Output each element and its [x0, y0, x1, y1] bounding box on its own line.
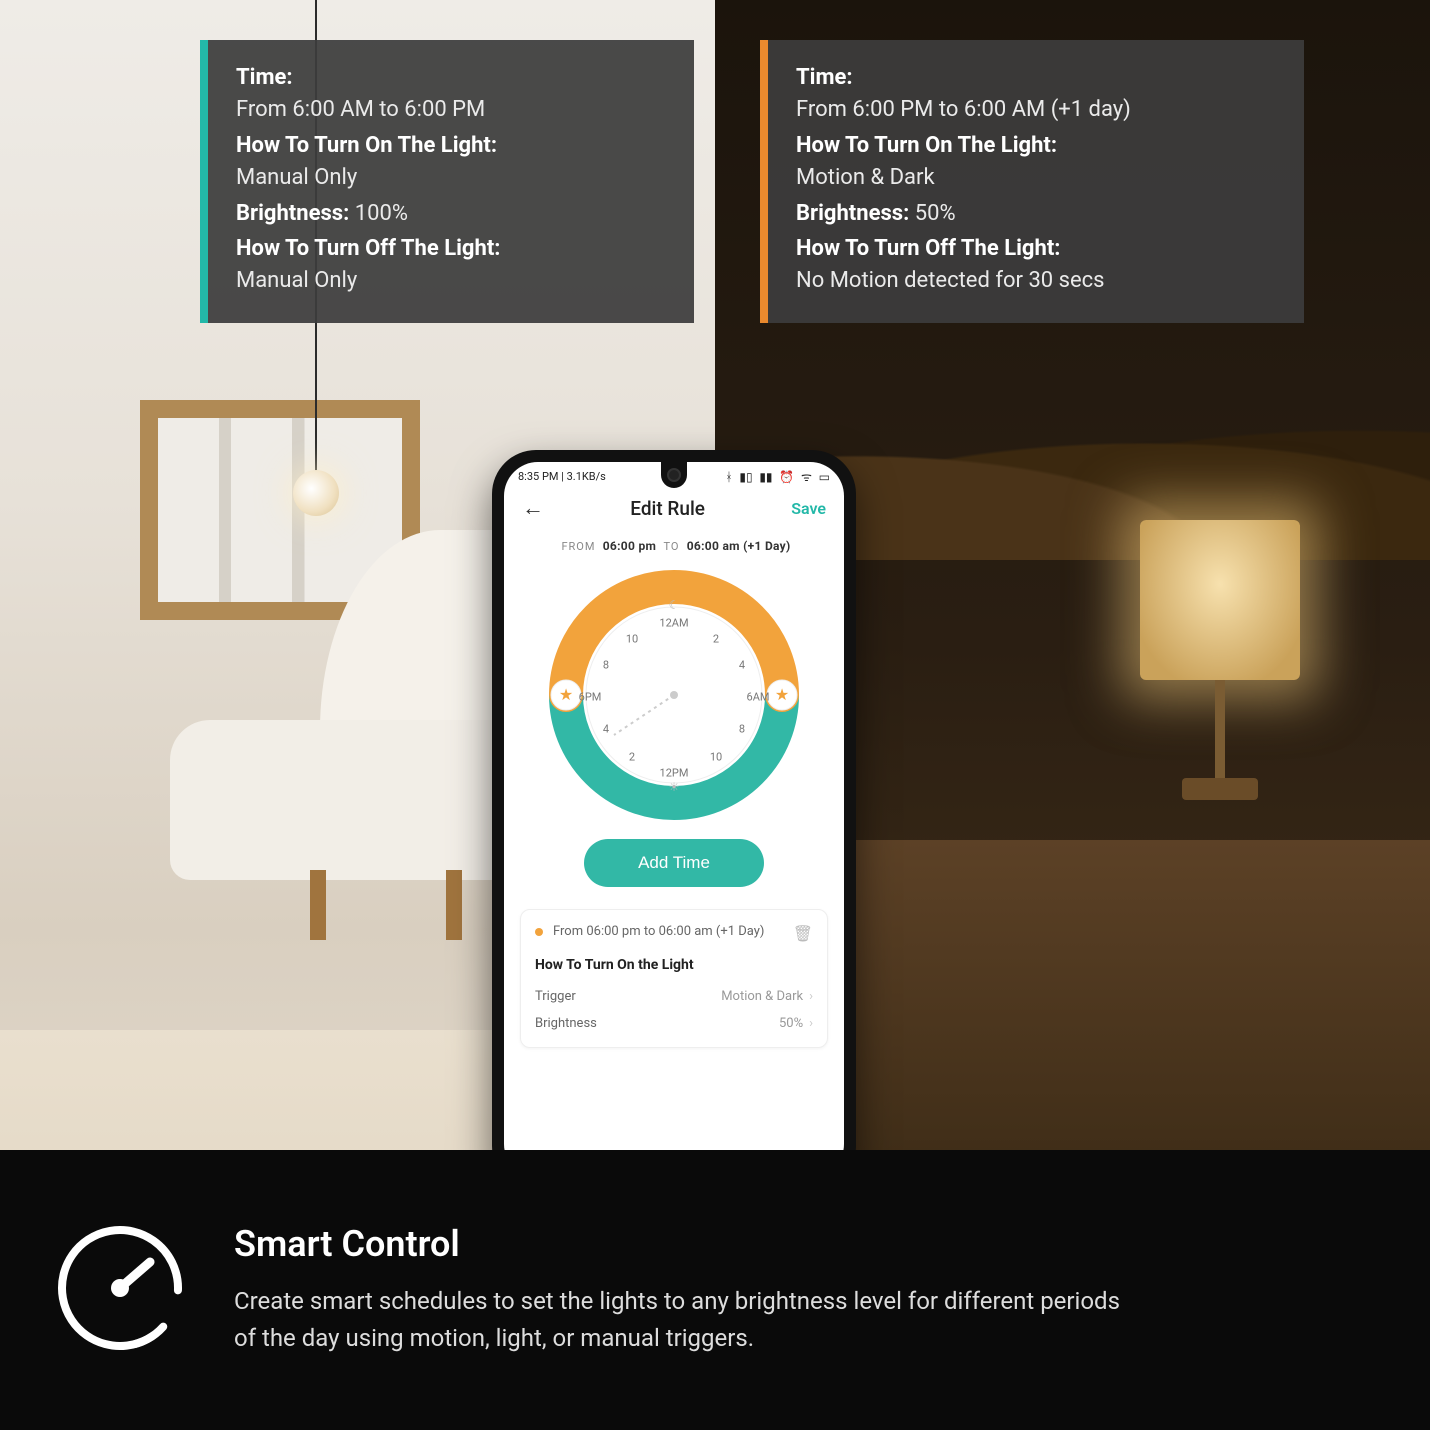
- dial-tick: 4: [739, 659, 745, 672]
- rule-header: From 06:00 pm to 06:00 am (+1 Day) 🗑: [535, 924, 813, 943]
- bed: [810, 840, 1430, 1200]
- label-brightness: Brightness:: [796, 201, 909, 226]
- dial-tick: 10: [626, 633, 638, 646]
- wifi-icon: ᯤ: [801, 470, 812, 484]
- delete-rule-button[interactable]: 🗑: [793, 924, 813, 943]
- dial-tick: 8: [739, 723, 745, 736]
- alarm-icon: ⏰: [779, 470, 794, 484]
- time-range-bar: FROM 06:00 pm TO 06:00 am (+1 Day): [504, 539, 844, 561]
- svg-text:★: ★: [559, 685, 573, 704]
- value-time: From 6:00 AM to 6:00 PM: [236, 97, 485, 122]
- dial-label-6pm: 6PM: [579, 691, 602, 704]
- signal-icon: ▮▮: [759, 470, 772, 484]
- value-brightness: 50%: [915, 201, 956, 226]
- chevron-right-icon: ›: [809, 989, 813, 1004]
- label-time: Time:: [236, 65, 293, 90]
- books: [166, 426, 280, 594]
- to-label: TO: [663, 540, 679, 553]
- status-icons: ᚼ ▮▯ ▮▮ ⏰ ᯤ ▭: [721, 468, 830, 485]
- rule-row-trigger[interactable]: Trigger Motion & Dark ›: [535, 983, 813, 1010]
- footer-title: Smart Control: [234, 1223, 1134, 1265]
- front-camera-icon: [667, 468, 681, 482]
- label-on: How To Turn On The Light:: [796, 133, 1057, 158]
- dial-label-12am: 12AM: [659, 617, 688, 630]
- label-time: Time:: [796, 65, 853, 90]
- dial-tick: 4: [603, 723, 609, 736]
- phone-frame: 8:35 PM | 3.1KB/s ᚼ ▮▯ ▮▮ ⏰ ᯤ ▭ ← Edit R…: [492, 450, 856, 1190]
- from-label: FROM: [561, 540, 595, 553]
- bluetooth-icon: ᚼ: [725, 470, 732, 484]
- phone-notch: [661, 462, 687, 488]
- save-button[interactable]: Save: [791, 499, 826, 518]
- value-brightness: 100%: [355, 201, 408, 226]
- back-button[interactable]: ←: [522, 495, 544, 521]
- gauge-icon: [50, 1218, 190, 1362]
- status-time: 8:35 PM | 3.1KB/s: [518, 470, 606, 483]
- add-time-button[interactable]: Add Time: [584, 839, 764, 887]
- pendant-bulb-icon: [293, 470, 339, 516]
- dial-tick: 2: [629, 751, 635, 764]
- svg-text:☾: ☾: [669, 598, 680, 612]
- dial-tick: 10: [710, 751, 722, 764]
- armchair: [170, 590, 530, 940]
- label-brightness: Brightness:: [236, 201, 349, 226]
- app-bar: ← Edit Rule Save: [504, 487, 844, 539]
- chevron-right-icon: ›: [809, 1016, 813, 1031]
- value-off: No Motion detected for 30 secs: [796, 268, 1105, 293]
- svg-text:★: ★: [775, 685, 789, 704]
- footer-body: Create smart schedules to set the lights…: [234, 1283, 1134, 1357]
- label-off: How To Turn Off The Light:: [796, 236, 1060, 261]
- to-time: 06:00 am (+1 Day): [687, 539, 791, 553]
- rule-range: From 06:00 pm to 06:00 am (+1 Day): [553, 924, 764, 939]
- dial-tick: 2: [713, 633, 719, 646]
- value-time: From 6:00 PM to 6:00 AM (+1 day): [796, 97, 1131, 122]
- footer-banner: Smart Control Create smart schedules to …: [0, 1150, 1430, 1430]
- page-title: Edit Rule: [630, 497, 705, 520]
- dial-label-12pm: 12PM: [660, 767, 689, 780]
- value-off: Manual Only: [236, 268, 357, 293]
- info-card-night: Time: From 6:00 PM to 6:00 AM (+1 day) Ho…: [760, 40, 1304, 323]
- dial-label-6am: 6AM: [747, 691, 770, 704]
- info-card-day: Time: From 6:00 AM to 6:00 PM How To Turn…: [200, 40, 694, 323]
- phone-screen: 8:35 PM | 3.1KB/s ᚼ ▮▯ ▮▮ ⏰ ᯤ ▭ ← Edit R…: [504, 462, 844, 1178]
- from-time: 06:00 pm: [603, 539, 656, 553]
- footer-text: Smart Control Create smart schedules to …: [234, 1223, 1134, 1357]
- battery-icon: ▭: [819, 470, 830, 484]
- table-lamp-icon: [1120, 520, 1320, 860]
- rule-section-title: How To Turn On the Light: [535, 957, 813, 973]
- time-dial[interactable]: ★ ★ ☾ ☀ 12AM 6AM 12PM 6PM 2 4 8 10 2: [544, 565, 804, 825]
- value-on: Manual Only: [236, 165, 357, 190]
- value-on: Motion & Dark: [796, 165, 935, 190]
- rule-row-label: Brightness: [535, 1016, 597, 1031]
- rule-card[interactable]: From 06:00 pm to 06:00 am (+1 Day) 🗑 How…: [520, 909, 828, 1048]
- promo-stage: Time: From 6:00 AM to 6:00 PM How To Turn…: [0, 0, 1430, 1430]
- signal-icon: ▮▯: [739, 470, 752, 484]
- rule-dot-icon: [535, 928, 543, 936]
- rule-row-value: Motion & Dark: [721, 989, 803, 1004]
- label-off: How To Turn Off The Light:: [236, 236, 500, 261]
- label-on: How To Turn On The Light:: [236, 133, 497, 158]
- dial-tick: 8: [603, 659, 609, 672]
- rule-row-label: Trigger: [535, 989, 576, 1004]
- svg-text:☀: ☀: [669, 780, 680, 794]
- rule-row-brightness[interactable]: Brightness 50% ›: [535, 1010, 813, 1037]
- rule-row-value: 50%: [779, 1016, 803, 1031]
